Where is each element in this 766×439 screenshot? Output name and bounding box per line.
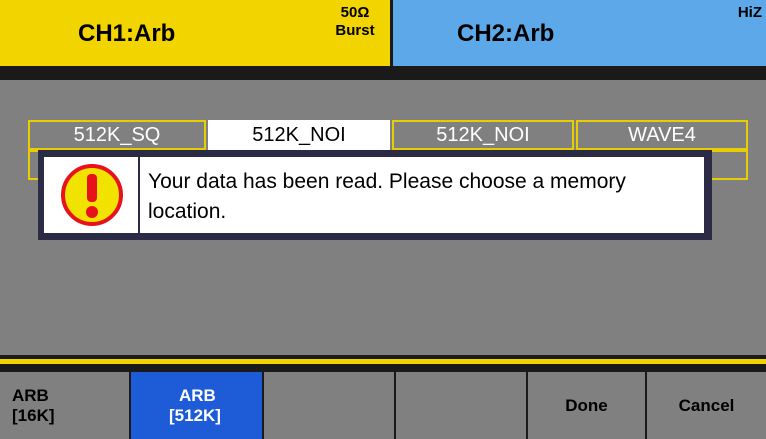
- memory-slot-3[interactable]: 512K_NOI: [392, 120, 574, 150]
- arb-512k-button[interactable]: ARB [512K]: [131, 372, 264, 439]
- memory-slot-4[interactable]: WAVE4: [576, 120, 748, 150]
- softkey-label: ARB: [12, 385, 49, 405]
- softkey-sublabel: [16K]: [12, 405, 55, 425]
- softkey-bar: ARB [16K] ARB [512K] Done Cancel: [0, 372, 766, 439]
- dialog-message: Your data has been read. Please choose a…: [148, 170, 626, 223]
- warning-icon: [61, 164, 123, 226]
- softkey-label: ARB: [179, 385, 216, 405]
- softkey-divider-line: [0, 359, 766, 364]
- memory-slot-2[interactable]: 512K_NOI: [208, 120, 390, 150]
- softkey-divider: [0, 355, 766, 372]
- softkey-label: Done: [565, 395, 608, 415]
- ch2-impedance: HiZ: [737, 4, 762, 21]
- ch1-mode: Burst: [335, 22, 375, 39]
- message-dialog: Your data has been read. Please choose a…: [38, 150, 712, 240]
- header-bar: CH1:Arb 50Ω Burst CH2:Arb HiZ: [0, 0, 766, 66]
- softkey-4[interactable]: [396, 372, 528, 439]
- memory-slot-1[interactable]: 512K_SQ: [28, 120, 206, 150]
- ch2-tab[interactable]: CH2:Arb HiZ: [393, 0, 766, 66]
- done-button[interactable]: Done: [528, 372, 647, 439]
- ch2-title: CH2:Arb: [457, 20, 555, 47]
- softkey-sublabel: [512K]: [169, 405, 221, 425]
- header-divider: [0, 66, 766, 80]
- ch1-status: 50Ω Burst: [325, 4, 385, 40]
- ch1-title: CH1:Arb: [78, 20, 176, 47]
- dialog-body: Your data has been read. Please choose a…: [140, 157, 704, 233]
- ch1-impedance: 50Ω: [340, 4, 370, 21]
- cancel-button[interactable]: Cancel: [647, 372, 766, 439]
- dialog-icon-area: [44, 157, 138, 233]
- softkey-label: Cancel: [678, 395, 735, 415]
- arb-16k-button[interactable]: ARB [16K]: [0, 372, 131, 439]
- softkey-3[interactable]: [264, 372, 396, 439]
- ch1-tab[interactable]: CH1:Arb 50Ω Burst: [0, 0, 390, 66]
